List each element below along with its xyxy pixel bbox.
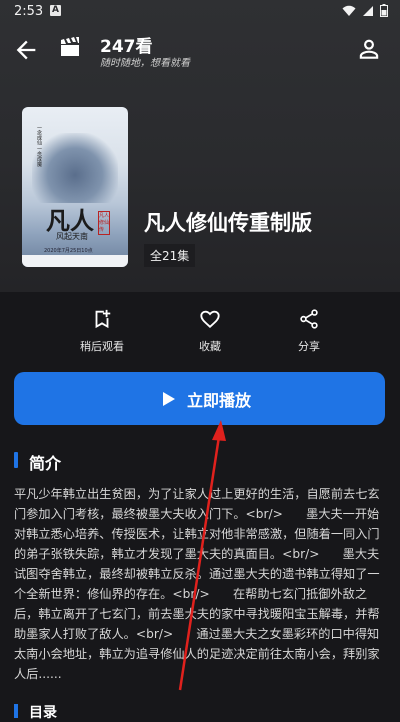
play-icon	[163, 392, 175, 406]
heart-icon	[200, 310, 220, 329]
status-time: 2:53	[14, 4, 44, 19]
synopsis-heading: 简介	[29, 454, 62, 473]
status-icons	[342, 4, 388, 17]
status-bar: 2:53 A	[0, 0, 400, 24]
poster-date: 2020年7月25日10点	[44, 248, 93, 254]
poster-footer	[22, 255, 128, 267]
signal-icon	[363, 5, 373, 16]
bookmark-add-icon	[95, 309, 111, 329]
poster-subtitle: 风起天南	[56, 232, 88, 241]
show-title: 凡人修仙传重制版	[144, 211, 312, 235]
poster-seal: 凡人修仙传	[98, 211, 110, 235]
next-section-heading: 目录	[29, 705, 57, 721]
watch-later-label: 稍后观看	[80, 340, 124, 353]
clapperboard-icon	[61, 37, 79, 56]
notification-icon: A	[50, 5, 61, 16]
favorite-label: 收藏	[199, 340, 221, 353]
episode-count-badge: 全21集	[144, 244, 196, 267]
wifi-icon	[342, 5, 356, 16]
synopsis-text: 平凡少年韩立出生贫困，为了让家人过上更好的生活，自愿前去七玄门参加入门考核，最终…	[14, 487, 380, 681]
user-profile-icon[interactable]	[356, 36, 382, 62]
poster-side-text: 一念成仙 一念成魔	[36, 125, 42, 167]
play-now-button[interactable]: 立即播放	[14, 372, 385, 425]
action-row: 稍后观看 收藏 分享	[0, 306, 400, 362]
share-icon	[300, 309, 318, 329]
play-now-label: 立即播放	[187, 391, 252, 410]
back-arrow-icon[interactable]	[12, 36, 40, 64]
battery-icon	[380, 4, 388, 17]
poster-mountain-art	[32, 133, 118, 203]
app-bar: 247看 随时随地，想看就看	[0, 26, 400, 74]
section-accent-bar	[14, 452, 18, 468]
show-poster[interactable]: 一念成仙 一念成魔 凡人 风起天南 凡人修仙传 2020年7月25日10点	[22, 107, 128, 267]
next-section-accent-bar	[14, 704, 18, 718]
share-label: 分享	[298, 340, 320, 353]
app-subtitle: 随时随地，想看就看	[100, 58, 190, 69]
